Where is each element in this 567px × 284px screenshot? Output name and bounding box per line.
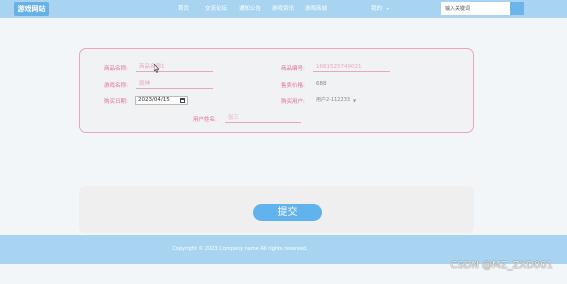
purchase-date-label: 购买日期: <box>104 99 128 105</box>
footer-copyright: Copyright © 2023 Company name All rights… <box>172 246 308 252</box>
purchase-date-value: 2023/04/15 <box>138 97 170 103</box>
submit-button[interactable]: 提交 <box>253 204 322 221</box>
nav-mall[interactable]: 游戏商城 <box>305 4 327 12</box>
my-menu[interactable]: 我的 ▾ <box>371 4 389 12</box>
price-label: 售卖价格: <box>281 83 305 89</box>
mouse-cursor-icon <box>154 64 160 73</box>
product-no-label: 商品编号: <box>281 66 305 72</box>
chevron-down-icon: ▼ <box>353 98 357 103</box>
chevron-down-icon: ▾ <box>386 6 389 11</box>
product-no-field[interactable]: 1681525749021 <box>313 63 390 72</box>
search-input[interactable] <box>441 2 510 15</box>
nav-forum[interactable]: 交流论坛 <box>205 4 227 12</box>
search-button[interactable] <box>510 2 524 15</box>
user-name-field[interactable]: 张三 <box>225 114 301 123</box>
site-logo[interactable]: 游戏网站 <box>14 2 49 16</box>
my-menu-label: 我的 <box>371 6 383 12</box>
game-name-field[interactable]: 原神 <box>136 80 213 89</box>
purchase-date-input[interactable]: 2023/04/15 <box>135 96 188 105</box>
nav-news[interactable]: 游戏资讯 <box>272 4 294 12</box>
user-name-label: 用户姓名: <box>193 117 217 123</box>
watermark: CSDN @MZ_ZXD001 <box>450 260 553 271</box>
game-name-label: 游戏名称: <box>104 83 128 89</box>
top-nav-bar: 游戏网站 首页 交流论坛 通知公告 游戏资讯 游戏商城 我的 ▾ <box>0 0 567 18</box>
calendar-icon[interactable] <box>180 98 185 103</box>
product-name-label: 商品名称: <box>104 66 128 72</box>
buyer-label: 购买用户: <box>281 99 305 105</box>
nav-home[interactable]: 首页 <box>178 4 189 12</box>
nav-notice[interactable]: 通知公告 <box>239 4 261 12</box>
price-field[interactable]: 688 <box>316 80 327 89</box>
product-name-field[interactable]: 商品名称1 <box>136 63 213 72</box>
